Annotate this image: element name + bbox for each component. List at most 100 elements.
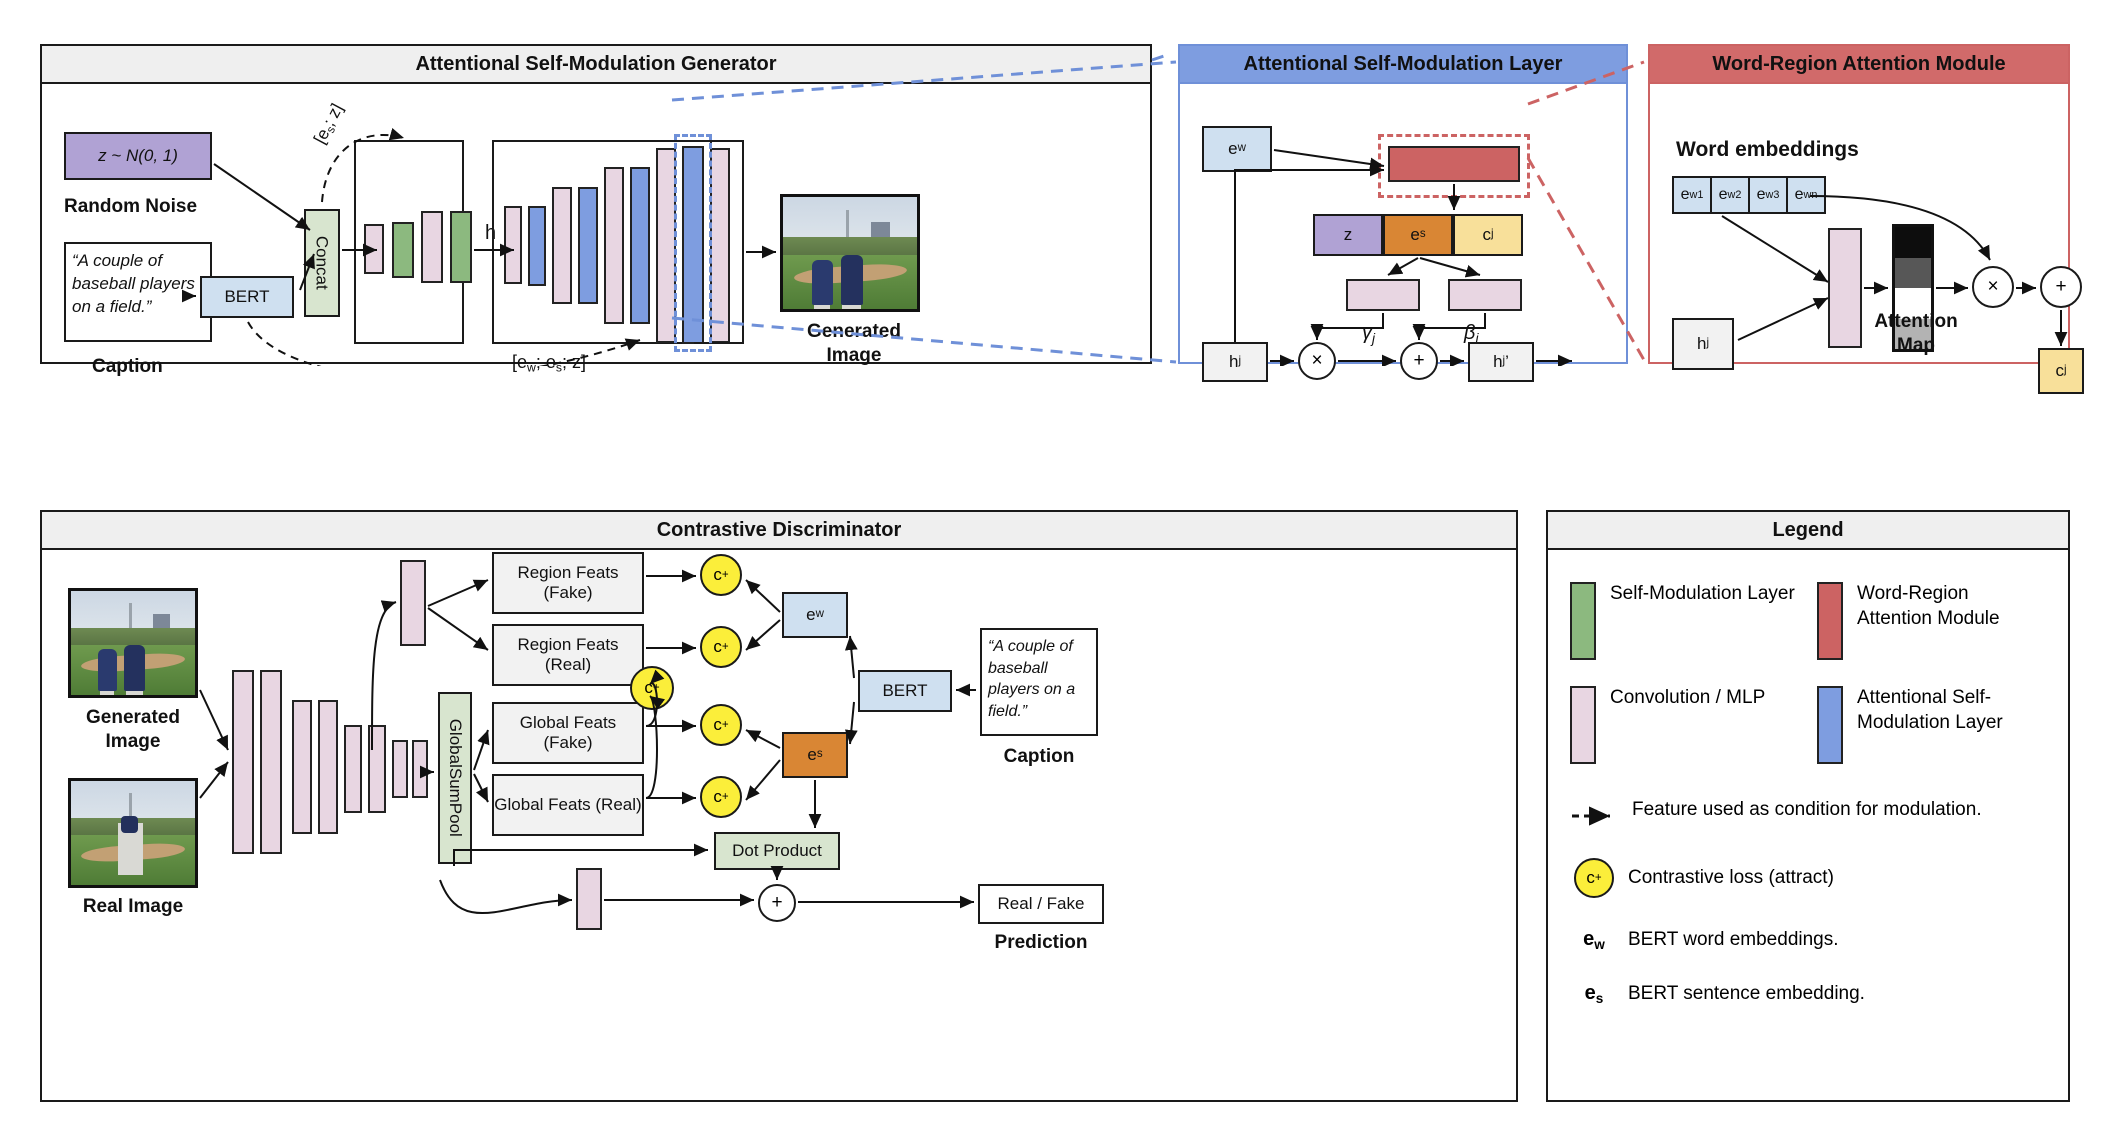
legend-swatch-attentional-self-modulation [1817,686,1843,764]
dot-product-box: Dot Product [714,832,840,870]
disc-conv-1 [232,670,254,854]
asm-layer-panel: Attentional Self-Modulation Layer ew z e… [1178,44,1628,382]
discriminator-generated-image-label: Generated Image [86,707,180,752]
legend-label: Word-Region Attention Module [1857,583,2000,629]
gen-conv-2 [552,187,572,304]
wram-panel: Word-Region Attention Module Word embedd… [1648,44,2084,394]
legend-item: Attentional Self-Modulation Layer [1817,686,2046,764]
real-fake-box: Real / Fake [978,884,1104,924]
generator-cond-top-label: [es; z] [310,100,347,147]
asm-beta-mlp [1448,279,1522,311]
discriminator-real-image-label: Real Image [82,896,184,917]
prediction-label: Prediction [994,932,1088,953]
word-embedding-cell: e w3 [1748,176,1788,214]
disc-ew-box: ew [782,592,848,638]
random-noise-label: Random Noise [64,196,198,217]
asm-es-cell: es [1383,214,1453,256]
disc-conv-6 [368,725,386,813]
global-feats-real-box: Global Feats (Real) [492,774,644,836]
gen-conv-4 [656,148,676,343]
legend-ew-label: BERT word embeddings. [1628,928,1839,950]
generator-panel-body: z ~ N(0, 1) Random Noise “A couple of ba… [42,84,1150,377]
dashed-arrow-icon [1572,806,1610,826]
gen-conv-1 [504,206,522,284]
disc-region-mlp [400,560,426,646]
attention-map-label: Attention Map [1874,311,1958,356]
discriminator-panel-title: Contrastive Discriminator [42,512,1516,550]
disc-final-conv [576,868,602,930]
attention-map-band [1895,257,1931,288]
wram-mlp-block [1828,228,1862,348]
wram-cj-box: cj [2038,348,2084,394]
asm-gamma-label: γj [1362,322,1376,346]
asm-hj-box: hj [1202,342,1268,382]
disc-conv-8 [412,740,428,798]
contrastive-node-global-pair: c + [630,666,674,710]
generator-panel-title: Attentional Self-Modulation Generator [42,46,1150,84]
legend-item: Word-Region Attention Module [1817,582,2046,660]
asm-layer-panel-title: Attentional Self-Modulation Layer [1180,46,1626,84]
contrastive-node-region-real: c + [700,626,742,668]
legend-ew-symbol: ew [1583,928,1605,952]
legend-swatch-self-modulation [1570,582,1596,660]
disc-conv-5 [344,725,362,813]
legend-item-es: es BERT sentence embedding. [1570,982,2046,1006]
asm-cj-cell: cj [1453,214,1523,256]
legend-swatch-word-region-attention [1817,582,1843,660]
disc-add-node: + [758,884,796,922]
disc-conv-2 [260,670,282,854]
legend-item: Self-Modulation Layer [1570,582,1799,660]
word-embedding-cell: e wn [1786,176,1826,214]
legend-panel-body: Self-Modulation Layer Word-Region Attent… [1548,550,2068,1100]
asm-multiply-node: × [1298,342,1336,380]
legend-swatch-convolution-mlp [1570,686,1596,764]
mlp-selfmod-1 [392,222,414,278]
discriminator-panel: Contrastive Discriminator Generated Imag… [40,510,1518,1102]
word-embedding-cell: e w2 [1710,176,1750,214]
wram-hj-box: hj [1672,318,1734,370]
region-feats-real-box: Region Feats (Real) [492,624,644,686]
discriminator-generated-image [68,588,198,698]
gen-asm-1 [528,206,546,286]
legend-label: Convolution / MLP [1610,687,1766,708]
global-feats-fake-box: Global Feats (Fake) [492,702,644,764]
disc-es-box: es [782,732,848,778]
gen-asm-3 [630,167,650,324]
legend-contrastive-label: Contrastive loss (attract) [1628,867,1834,888]
legend-label: Attentional Self-Modulation Layer [1857,687,2003,733]
discriminator-real-image [68,778,198,888]
generated-image-thumbnail [780,194,920,312]
asm-gamma-mlp [1346,279,1420,311]
asm-zoom-highlight-rect [674,134,712,352]
mlp-conv-2 [421,211,443,283]
legend-swatch-grid: Self-Modulation Layer Word-Region Attent… [1570,582,2046,764]
disc-conv-4 [318,700,338,834]
legend-item-dashed: Feature used as condition for modulation… [1570,798,2046,828]
wram-panel-title: Word-Region Attention Module [1650,46,2068,84]
disc-caption-label: Caption [1003,746,1075,767]
random-noise-box: z ~ N(0, 1) [64,132,212,180]
legend-es-label: BERT sentence embedding. [1628,982,1865,1004]
asm-z-cell: z [1313,214,1383,256]
wram-add-node: + [2040,266,2082,308]
legend-dashed-label: Feature used as condition for modulation… [1632,799,1982,820]
caption-label: Caption [92,356,163,377]
contrastive-node-region-fake: c + [700,554,742,596]
generator-panel: Attentional Self-Modulation Generator z … [40,44,1152,377]
caption-box: “A couple of baseball players on a field… [64,242,212,342]
disc-conv-3 [292,700,312,834]
discriminator-panel-body: Generated Image Real Image GlobalSumPool… [42,550,1516,1100]
word-embeddings-row: e w1 e w2 e w3 e wn [1672,176,1832,214]
gen-conv-3 [604,167,624,324]
contrastive-node-global-real: c + [700,776,742,818]
wram-panel-body: Word embeddings e w1 e w2 e w3 e wn hj A… [1650,84,2084,394]
disc-conv-7 [392,740,408,798]
legend-panel-title: Legend [1548,512,2068,550]
attention-map-band [1895,227,1931,258]
asm-hj-prime-box: h j’ [1468,342,1534,382]
mlp-selfmod-2 [450,211,472,283]
region-feats-fake-box: Region Feats (Fake) [492,552,644,614]
legend-label: Self-Modulation Layer [1610,583,1795,604]
globalsumpool-box: GlobalSumPool [438,692,472,864]
wram-multiply-node: × [1972,266,2014,308]
